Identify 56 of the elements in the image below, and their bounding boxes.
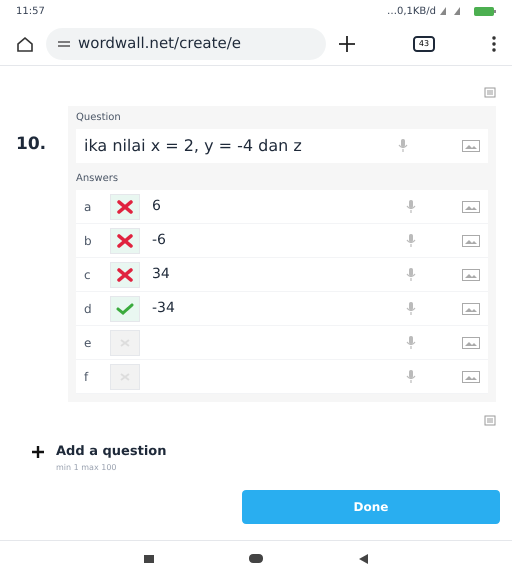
question-text: ika nilai x = 2, y = -4 dan z bbox=[84, 135, 303, 157]
menu-icon[interactable] bbox=[492, 36, 496, 52]
address-bar[interactable]: wordwall.net/create/e bbox=[46, 28, 326, 60]
incorrect-toggle[interactable] bbox=[110, 194, 140, 220]
question-limit-hint: min 1 max 100 bbox=[56, 462, 118, 474]
image-icon[interactable] bbox=[462, 200, 480, 212]
back-icon[interactable] bbox=[359, 554, 368, 564]
answer-text: -6 bbox=[152, 231, 167, 250]
cross-icon bbox=[117, 234, 133, 248]
answer-letter: d bbox=[84, 300, 93, 318]
microphone-icon[interactable] bbox=[406, 234, 416, 248]
image-icon[interactable] bbox=[462, 370, 480, 382]
battery-icon bbox=[474, 6, 496, 16]
microphone-icon[interactable] bbox=[406, 370, 416, 384]
answers-label: Answers bbox=[76, 172, 120, 186]
correct-toggle[interactable] bbox=[110, 296, 140, 322]
home-button-icon[interactable] bbox=[249, 554, 264, 563]
microphone-icon[interactable] bbox=[406, 336, 416, 350]
image-icon[interactable] bbox=[462, 268, 480, 280]
answer-text: 34 bbox=[152, 265, 171, 284]
status-time: 11:57 bbox=[16, 4, 45, 18]
question-number: 10. bbox=[16, 133, 48, 156]
plus-icon[interactable] bbox=[338, 34, 356, 52]
empty-toggle[interactable] bbox=[110, 330, 140, 356]
add-question-link[interactable]: Add a question bbox=[56, 442, 166, 462]
data-rate: …0,1KB/d bbox=[386, 4, 436, 18]
incorrect-toggle[interactable] bbox=[110, 262, 140, 288]
url-text: wordwall.net/create/e bbox=[78, 33, 242, 54]
tab-count-button[interactable]: 43 bbox=[412, 36, 436, 52]
answer-text: 6 bbox=[152, 197, 162, 216]
answer-letter: a bbox=[84, 198, 92, 216]
trash-icon[interactable] bbox=[484, 86, 496, 98]
cross-icon bbox=[117, 200, 133, 214]
recents-icon[interactable] bbox=[144, 554, 154, 562]
answer-letter: c bbox=[84, 266, 92, 284]
answer-text: -34 bbox=[152, 299, 176, 318]
empty-toggle[interactable] bbox=[110, 364, 140, 390]
microphone-icon[interactable] bbox=[398, 139, 408, 153]
incorrect-toggle[interactable] bbox=[110, 228, 140, 254]
image-icon[interactable] bbox=[462, 234, 480, 246]
image-icon[interactable] bbox=[462, 336, 480, 348]
plus-icon[interactable] bbox=[32, 446, 44, 458]
home-icon[interactable] bbox=[16, 36, 34, 52]
microphone-icon[interactable] bbox=[406, 268, 416, 282]
image-icon[interactable] bbox=[462, 140, 480, 152]
cross-icon bbox=[117, 268, 133, 282]
microphone-icon[interactable] bbox=[406, 200, 416, 214]
answer-letter: b bbox=[84, 232, 93, 250]
question-label: Question bbox=[76, 111, 122, 125]
trash-icon[interactable] bbox=[484, 414, 496, 426]
image-icon[interactable] bbox=[462, 302, 480, 314]
answer-letter: e bbox=[84, 334, 92, 352]
question-field[interactable]: ika nilai x = 2, y = -4 dan z bbox=[76, 129, 488, 163]
microphone-icon[interactable] bbox=[406, 302, 416, 316]
answer-letter: f bbox=[84, 368, 90, 386]
check-icon bbox=[116, 302, 134, 314]
